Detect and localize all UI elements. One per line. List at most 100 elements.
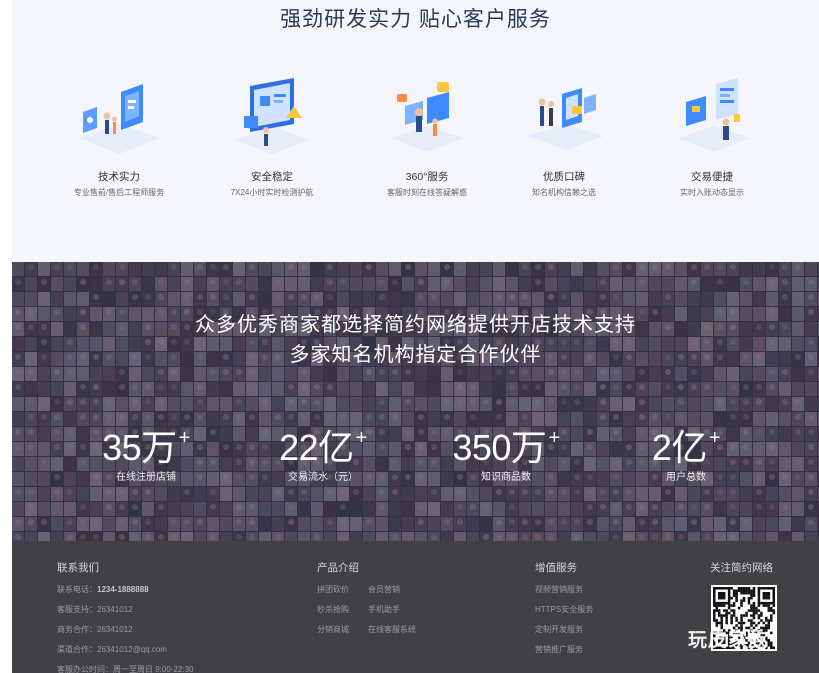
qr-module [767,606,771,610]
qr-module [770,616,773,620]
qr-module [720,619,723,622]
qr-module [765,591,768,595]
qr-module [720,601,723,605]
qr-module [717,587,721,590]
contact-channel-label: 渠道合作： [57,645,97,654]
qr-module [735,616,738,620]
stat-value: 2亿 [651,427,708,468]
qr-module [725,587,728,590]
qr-module [735,591,738,595]
qr-module [722,609,726,612]
qr-module [772,587,776,590]
qr-module [722,596,726,600]
footer-link[interactable]: 秒杀抢购 [317,605,368,615]
qr-module [762,591,766,595]
qr-module [722,614,726,617]
qr-module [720,616,723,620]
footer-follow: 关注简约网络 [710,561,773,585]
qr-module [727,601,731,605]
qr-module [725,614,728,617]
qr-module [765,624,768,627]
footer-link[interactable]: 视频营销服务 [535,585,593,595]
feature-desc: 知名机构信赖之选 [532,188,596,197]
footer-link[interactable]: 营销推广服务 [535,645,593,655]
qr-module [713,614,716,617]
footer-link[interactable]: 分销商城 [317,625,368,635]
customer-service-illustration-icon [391,82,463,152]
qr-module [727,604,731,607]
qr-module [765,616,768,620]
qr-module [762,601,766,605]
qr-module [767,591,771,595]
qr-module [715,604,719,607]
qr-module [713,616,716,620]
qr-module [740,601,743,605]
qr-module [725,611,728,615]
qr-module [730,587,733,590]
contact-business: 商务合作：26341012 [57,625,193,635]
qr-module [735,594,738,597]
footer-link[interactable]: 定制开发服务 [535,625,593,635]
qr-module [747,587,751,590]
qr-module [740,614,743,617]
qr-module [757,591,761,595]
qr-module [772,594,776,597]
qr-module [770,644,773,647]
qr-module [752,587,756,590]
qr-module [740,621,743,625]
qr-module [720,621,723,625]
qr-module [760,601,763,605]
qr-module [757,596,761,600]
stat-value-wrap: 22亿 + [228,416,418,470]
qr-module [737,587,741,590]
qr-module [772,601,776,605]
qr-module [715,619,719,622]
qr-module [762,621,766,625]
qr-module [747,601,751,605]
qr-module [757,601,761,605]
qr-module [720,594,723,597]
qr-module [757,589,761,593]
qr-module [715,621,719,625]
qr-module [770,614,773,617]
qr-module [727,589,731,593]
qr-module [770,606,773,610]
contact-phone-value[interactable]: 1234-1888888 [97,585,149,594]
qr-module [730,616,733,620]
feature-tech-strength: 技术实力 专业售前/售后工程师服务 [39,76,199,198]
qr-module [735,624,738,627]
qr-module [757,599,761,602]
qr-module [770,646,773,650]
partners-headline: 众多优秀商家都选择简约网络提供开店技术支持 [195,314,636,336]
qr-module [765,604,768,607]
qr-module [725,619,728,622]
footer-link[interactable]: 手机助手 [368,605,416,615]
qr-module [717,594,721,597]
watermark-text: 玩皮家族 [688,630,769,651]
footer-link[interactable]: 在线客服系统 [368,625,416,635]
footer-products-links: 拼团砍价 会员营销 秒杀抢购 手机助手 分销商城 在线客服系统 [317,585,416,645]
qr-module [715,587,719,590]
qr-module [713,591,716,595]
footer-link[interactable]: 会员营销 [368,585,416,595]
contact-channel-value[interactable]: 26341012@qq.com [97,645,167,654]
services-section: 强劲研发实力 贴心客户服务 技术实力 专业售前/售后工程师服务 安全稳定 7X2… [12,0,819,262]
qr-module [735,619,738,622]
qr-module [757,604,761,607]
contact-support-label: 客服支持： [57,605,97,614]
qr-module [735,599,738,602]
qr-module [755,609,758,612]
footer-link[interactable]: HTTPS安全服务 [535,605,593,615]
qr-module [713,609,716,612]
qr-module [762,587,766,590]
footer-link[interactable]: 拼团砍价 [317,585,368,595]
qr-module [752,616,756,620]
reputation-illustration-icon [528,88,604,150]
qr-module [757,616,761,620]
qr-module [732,604,736,607]
transaction-illustration-icon [678,78,750,152]
stat-value-wrap: 35万 + [51,416,241,470]
qr-module [713,587,716,590]
qr-module [745,589,748,593]
qr-module [767,587,771,590]
